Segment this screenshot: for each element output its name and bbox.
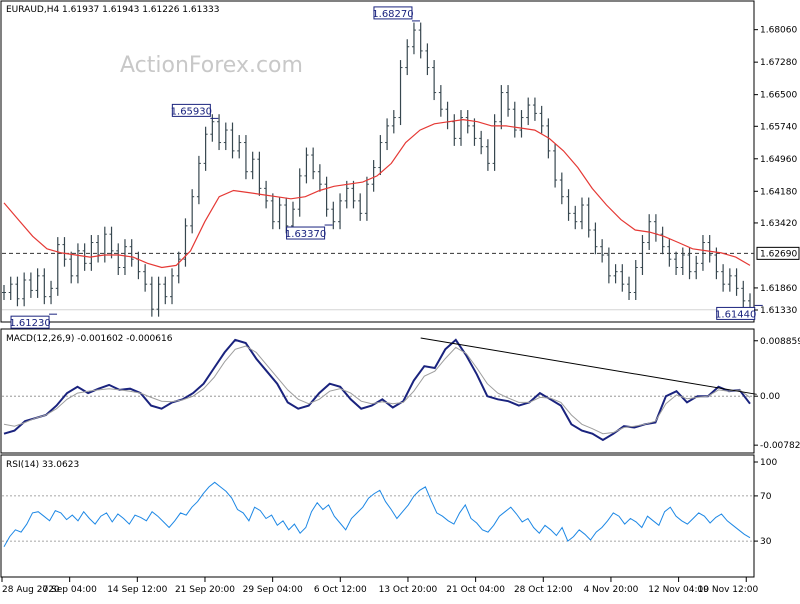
rsi-ytick-label: 30 <box>760 537 772 547</box>
x-tick-label: 13 Oct 20:00 <box>379 585 438 595</box>
price-ytick-label: 1.64960 <box>760 155 797 165</box>
price-ytick-label: 1.64180 <box>760 187 797 197</box>
x-tick-label: 19 Nov 12:00 <box>698 585 759 595</box>
x-tick-label: 21 Sep 20:00 <box>175 585 235 595</box>
macd-ytick-label: 0.008859 <box>760 337 800 347</box>
annotation-label: 1.65930 <box>171 106 212 117</box>
x-tick-label: 21 Oct 04:00 <box>446 585 505 595</box>
price-ytick-label: 1.61330 <box>760 306 797 316</box>
price-ytick-label: 1.68060 <box>760 26 797 36</box>
annotation-label: 1.61440 <box>715 309 756 320</box>
x-tick-label: 14 Sep 12:00 <box>107 585 167 595</box>
chart-root: ActionForex.com EURAUD,H4 1.61937 1.6194… <box>0 0 800 600</box>
price-ytick-label: 1.66500 <box>760 91 797 101</box>
price-ytick-label: 1.63420 <box>760 219 797 229</box>
rsi-panel-title: RSI(14) 33.0623 <box>6 460 79 470</box>
x-tick-label: 4 Nov 20:00 <box>583 585 638 595</box>
macd-ytick-label: 0.00 <box>760 392 780 402</box>
price-ytick-label: 1.67280 <box>760 58 797 68</box>
annotation-label: 1.61230 <box>9 318 50 329</box>
x-tick-label: 6 Oct 12:00 <box>314 585 367 595</box>
reference-line-label: 1.62690 <box>760 249 797 259</box>
rsi-ytick-label: 70 <box>760 492 772 502</box>
watermark: ActionForex.com <box>120 53 303 78</box>
annotation-label: 1.68270 <box>372 9 413 20</box>
rsi-ytick-label: 100 <box>760 458 777 468</box>
macd-panel-title: MACD(12,26,9) -0.001602 -0.000616 <box>6 334 173 344</box>
x-tick-label: 29 Sep 04:00 <box>243 585 303 595</box>
chart-svg: ActionForex.com EURAUD,H4 1.61937 1.6194… <box>0 0 800 600</box>
x-tick-label: 7 Sep 04:00 <box>42 585 97 595</box>
x-tick-label: 28 Oct 12:00 <box>514 585 573 595</box>
price-ytick-label: 1.65740 <box>760 122 797 132</box>
macd-ytick-label: -0.007826 <box>760 441 800 451</box>
annotation-label: 1.63370 <box>285 229 326 240</box>
price-panel-title: EURAUD,H4 1.61937 1.61943 1.61226 1.6133… <box>6 5 220 15</box>
price-ytick-label: 1.61860 <box>760 284 797 294</box>
